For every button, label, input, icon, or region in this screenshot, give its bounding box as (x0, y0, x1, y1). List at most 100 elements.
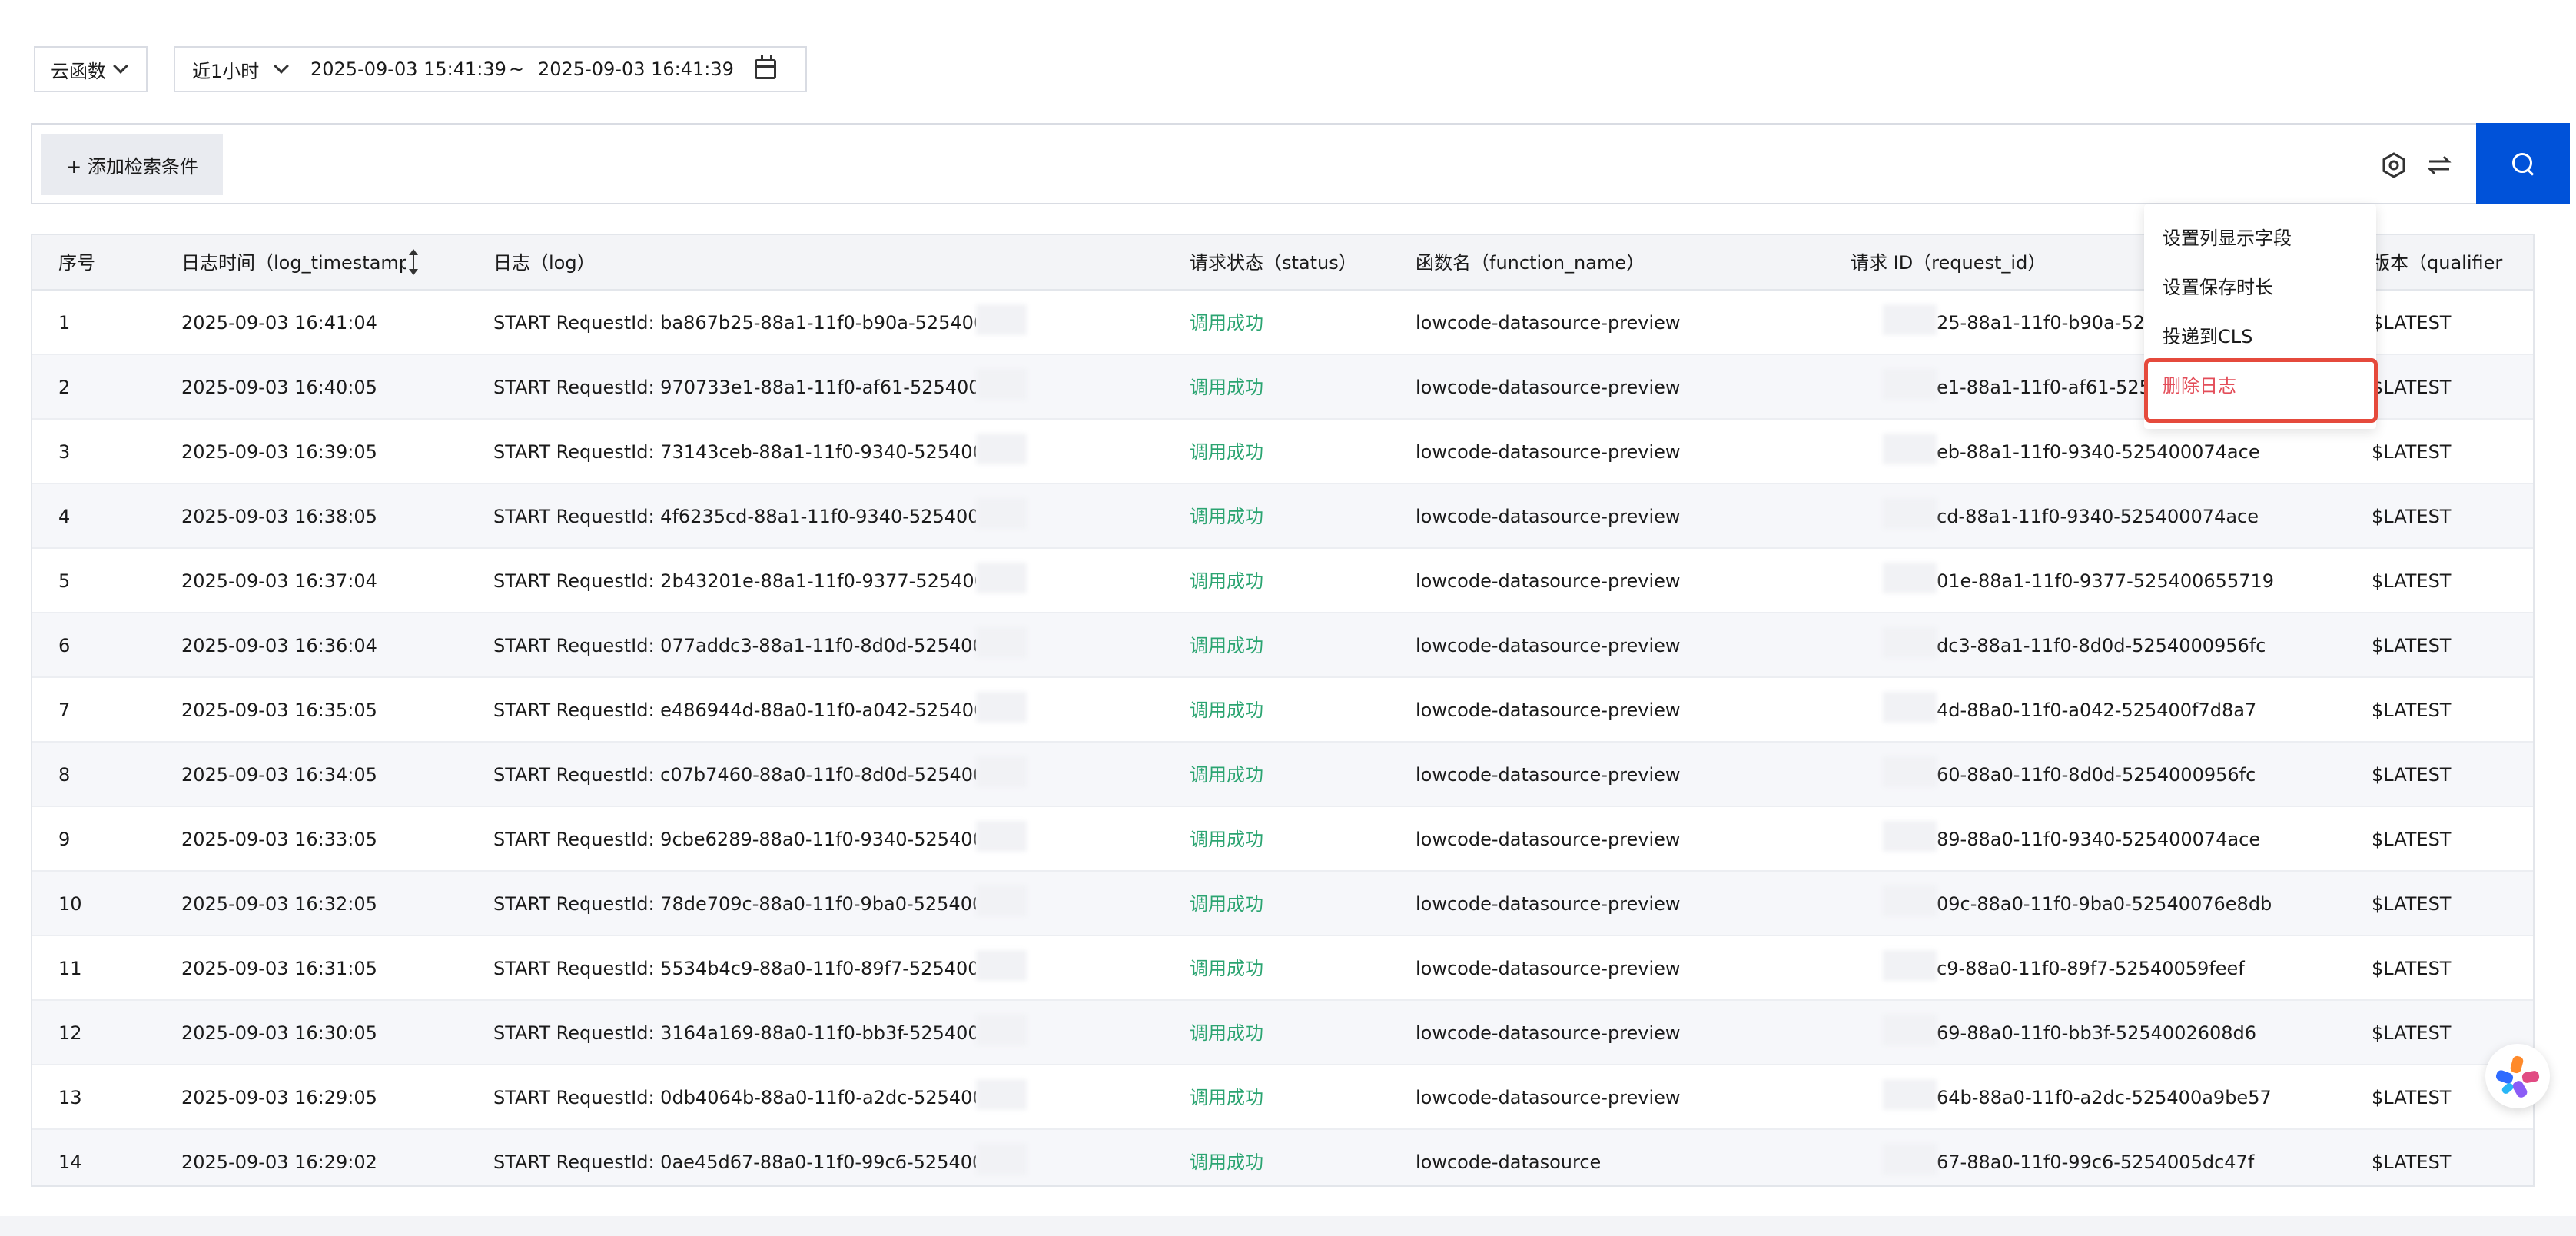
row-index: 8 (58, 764, 71, 786)
row-log: START RequestId: 9cbe6289-88a0-11f0-9340… (493, 829, 976, 850)
row-status: 调用成功 (1190, 312, 1263, 334)
row-version: $LATEST (2372, 312, 2452, 334)
table-row[interactable]: 12 2025-09-03 16:30:05 START RequestId: 31… (32, 1001, 2533, 1065)
search-button[interactable] (2476, 123, 2570, 204)
row-time: 2025-09-03 16:35:05 (181, 699, 377, 721)
table-row[interactable]: 10 2025-09-03 16:32:05 START RequestId: 78… (32, 872, 2533, 936)
redaction-patch (976, 1015, 1027, 1045)
row-function: lowcode-datasource-preview (1416, 570, 1681, 592)
row-time: 2025-09-03 16:40:05 (181, 377, 377, 398)
row-log: START RequestId: 5534b4c9-88a0-11f0-89f7… (493, 958, 976, 979)
redaction-patch (1883, 756, 1937, 787)
redaction-patch (1883, 369, 1937, 400)
row-index: 1 (58, 312, 71, 334)
row-version: $LATEST (2372, 699, 2452, 721)
row-log: START RequestId: 2b43201e-88a1-11f0-9377… (493, 570, 976, 592)
menu-item-deliver-cls[interactable]: 投递到CLS (2163, 320, 2252, 354)
row-time: 2025-09-03 16:38:05 (181, 506, 377, 527)
calendar-icon[interactable] (755, 55, 776, 79)
row-request-id: 64b-88a0-11f0-a2dc-525400a9be57 (1937, 1087, 2272, 1108)
row-request-id: 67-88a0-11f0-99c6-5254005dc47f (1937, 1151, 2255, 1173)
row-time: 2025-09-03 16:41:04 (181, 312, 377, 334)
row-index: 12 (58, 1022, 82, 1044)
row-log: START RequestId: 73143ceb-88a1-11f0-9340… (493, 441, 976, 463)
redaction-patch (1883, 627, 1937, 658)
row-request-id: 4d-88a0-11f0-a042-525400f7d8a7 (1937, 699, 2257, 721)
redaction-patch (976, 692, 1027, 723)
settings-gear-icon[interactable] (2381, 152, 2407, 178)
row-time: 2025-09-03 16:34:05 (181, 764, 377, 786)
redaction-patch (976, 627, 1027, 658)
redaction-patch (976, 369, 1027, 400)
table-row[interactable]: 6 2025-09-03 16:36:04 START RequestId: 077… (32, 613, 2533, 678)
source-select[interactable]: 云函数 (34, 46, 148, 92)
row-function: lowcode-datasource-preview (1416, 958, 1681, 979)
redaction-patch (1883, 434, 1937, 464)
row-log: START RequestId: 0db4064b-88a0-11f0-a2dc… (493, 1087, 976, 1108)
row-function: lowcode-datasource-preview (1416, 506, 1681, 527)
menu-item-columns[interactable]: 设置列显示字段 (2163, 221, 2292, 255)
redaction-patch (976, 821, 1027, 852)
table-row[interactable]: 13 2025-09-03 16:29:05 START RequestId: 0d… (32, 1065, 2533, 1130)
table-row[interactable]: 11 2025-09-03 16:31:05 START RequestId: 55… (32, 936, 2533, 1001)
row-log: START RequestId: 4f6235cd-88a1-11f0-9340… (493, 506, 976, 527)
row-function: lowcode-datasource-preview (1416, 1087, 1681, 1108)
row-function: lowcode-datasource-preview (1416, 635, 1681, 656)
redaction-patch (1883, 1079, 1937, 1110)
row-status: 调用成功 (1190, 1022, 1263, 1044)
row-version: $LATEST (2372, 1151, 2452, 1173)
range-preset-select[interactable]: 近1小时 (175, 48, 310, 91)
row-status: 调用成功 (1190, 1151, 1263, 1173)
date-range-input[interactable]: 2025-09-03 15:41:39 ~ 2025-09-03 16:41:3… (310, 55, 805, 80)
range-preset-label: 近1小时 (192, 60, 260, 82)
row-request-id: eb-88a1-11f0-9340-525400074ace (1937, 441, 2260, 463)
row-time: 2025-09-03 16:33:05 (181, 829, 377, 850)
row-status: 调用成功 (1190, 506, 1263, 527)
row-index: 3 (58, 441, 71, 463)
table-row[interactable]: 3 2025-09-03 16:39:05 START RequestId: 731… (32, 420, 2533, 484)
row-log: START RequestId: 077addc3-88a1-11f0-8d0d… (493, 635, 976, 656)
row-request-id: 09c-88a0-11f0-9ba0-52540076e8db (1937, 893, 2272, 915)
redaction-patch (1883, 821, 1937, 852)
highlight-box (2144, 358, 2378, 423)
add-condition-button[interactable]: + 添加检索条件 (41, 134, 223, 195)
row-index: 9 (58, 829, 71, 850)
table-row[interactable]: 14 2025-09-03 16:29:02 START RequestId: 0a… (32, 1130, 2533, 1185)
row-status: 调用成功 (1190, 1087, 1263, 1108)
table-row[interactable]: 7 2025-09-03 16:35:05 START RequestId: e48… (32, 678, 2533, 743)
row-log: START RequestId: 970733e1-88a1-11f0-af61… (493, 377, 976, 398)
redaction-patch (976, 950, 1027, 981)
col-function: 函数名（function_name） (1416, 252, 1645, 274)
swap-icon[interactable] (2427, 154, 2452, 177)
row-status: 调用成功 (1190, 441, 1263, 463)
row-index: 13 (58, 1087, 82, 1108)
redaction-patch (1883, 304, 1937, 335)
col-status: 请求状态（status） (1190, 252, 1357, 274)
sort-icon[interactable] (409, 249, 418, 275)
row-status: 调用成功 (1190, 893, 1263, 915)
row-status: 调用成功 (1190, 570, 1263, 592)
table-row[interactable]: 5 2025-09-03 16:37:04 START RequestId: 2b4… (32, 549, 2533, 613)
row-function: lowcode-datasource-preview (1416, 699, 1681, 721)
end-time: 2025-09-03 16:41:39 (538, 58, 734, 80)
row-log: START RequestId: e486944d-88a0-11f0-a042… (493, 699, 976, 721)
col-timestamp[interactable]: 日志时间（log_timestamp (181, 248, 406, 278)
row-version: $LATEST (2372, 635, 2452, 656)
row-time: 2025-09-03 16:31:05 (181, 958, 377, 979)
row-version: $LATEST (2372, 441, 2452, 463)
row-log: START RequestId: ba867b25-88a1-11f0-b90a… (493, 312, 976, 334)
table-row[interactable]: 4 2025-09-03 16:38:05 START RequestId: 4f6… (32, 484, 2533, 549)
row-version: $LATEST (2372, 764, 2452, 786)
row-function: lowcode-datasource-preview (1416, 441, 1681, 463)
row-time: 2025-09-03 16:30:05 (181, 1022, 377, 1044)
table-row[interactable]: 8 2025-09-03 16:34:05 START RequestId: c07… (32, 743, 2533, 807)
assistant-icon[interactable] (2485, 1044, 2550, 1108)
row-log: START RequestId: c07b7460-88a0-11f0-8d0d… (493, 764, 976, 786)
table-row[interactable]: 9 2025-09-03 16:33:05 START RequestId: 9cb… (32, 807, 2533, 872)
row-index: 14 (58, 1151, 82, 1173)
redaction-patch (976, 563, 1027, 593)
row-log: START RequestId: 78de709c-88a0-11f0-9ba0… (493, 893, 976, 915)
row-function: lowcode-datasource-preview (1416, 829, 1681, 850)
row-status: 调用成功 (1190, 377, 1263, 398)
menu-item-retention[interactable]: 设置保存时长 (2163, 271, 2273, 304)
